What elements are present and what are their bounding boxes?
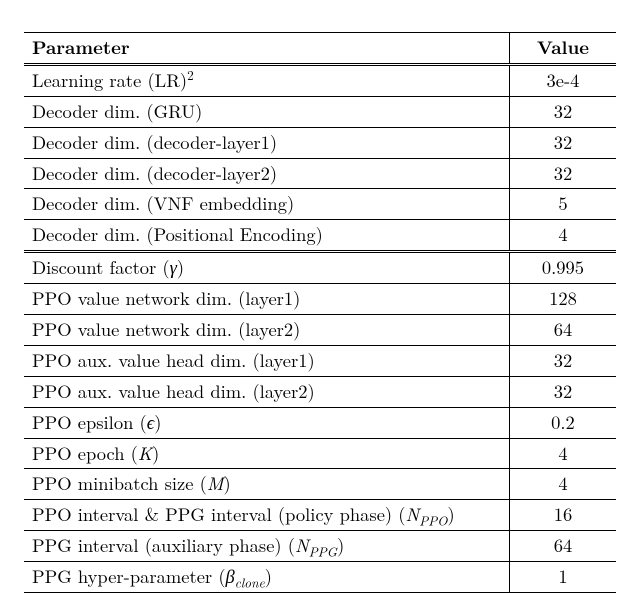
page: Parameter Value Learning rate (LR)23e-4D…	[0, 0, 640, 538]
param-cell: PPG interval (auxiliary phase) (NPPG)	[24, 531, 509, 562]
table-row: PPO epoch (K)4	[24, 438, 616, 469]
param-cell: Decoder dim. (GRU)	[24, 96, 509, 127]
value-cell: 32	[509, 345, 616, 376]
table-row: Decoder dim. (GRU)32	[24, 96, 616, 127]
table-header-row: Parameter Value	[24, 33, 616, 65]
value-cell: 5	[509, 189, 616, 220]
param-cell: PPO epoch (K)	[24, 438, 509, 469]
param-cell: Decoder dim. (decoder-layer1)	[24, 127, 509, 158]
param-cell: Decoder dim. (Positional Encoding)	[24, 220, 509, 252]
value-cell: 32	[509, 376, 616, 407]
param-cell: PPO aux. value head dim. (layer1)	[24, 345, 509, 376]
param-cell: Discount factor (γ)	[24, 252, 509, 284]
value-cell: 32	[509, 127, 616, 158]
param-cell: Decoder dim. (decoder-layer2)	[24, 158, 509, 189]
param-cell: Learning rate (LR)2	[24, 64, 509, 96]
table-row: Learning rate (LR)23e-4	[24, 64, 616, 96]
param-cell: PPO epsilon (ϵ)	[24, 407, 509, 438]
table-row: PPO aux. value head dim. (layer2)32	[24, 376, 616, 407]
table-row: PPO interval & PPG interval (policy phas…	[24, 500, 616, 531]
value-cell: 0.995	[509, 252, 616, 284]
value-cell: 128	[509, 284, 616, 315]
param-cell: PPO value network dim. (layer2)	[24, 315, 509, 346]
hyperparameter-table: Parameter Value Learning rate (LR)23e-4D…	[24, 32, 616, 593]
value-cell: 1	[509, 562, 616, 593]
table-row: Decoder dim. (VNF embedding)5	[24, 189, 616, 220]
table-row: PPO epsilon (ϵ)0.2	[24, 407, 616, 438]
param-cell: Decoder dim. (VNF embedding)	[24, 189, 509, 220]
table-row: Decoder dim. (decoder-layer1)32	[24, 127, 616, 158]
table-row: Decoder dim. (Positional Encoding)4	[24, 220, 616, 252]
param-cell: PPG hyper-parameter (βclone)	[24, 562, 509, 593]
table-row: Discount factor (γ)0.995	[24, 252, 616, 284]
value-cell: 4	[509, 220, 616, 252]
table-row: PPO minibatch size (M)4	[24, 469, 616, 500]
param-cell: PPO value network dim. (layer1)	[24, 284, 509, 315]
value-cell: 64	[509, 315, 616, 346]
table-row: PPO value network dim. (layer2)64	[24, 315, 616, 346]
param-cell: PPO minibatch size (M)	[24, 469, 509, 500]
param-cell: PPO aux. value head dim. (layer2)	[24, 376, 509, 407]
param-cell: PPO interval & PPG interval (policy phas…	[24, 500, 509, 531]
value-cell: 4	[509, 438, 616, 469]
value-cell: 64	[509, 531, 616, 562]
table-row: Decoder dim. (decoder-layer2)32	[24, 158, 616, 189]
value-cell: 0.2	[509, 407, 616, 438]
table-body: Learning rate (LR)23e-4Decoder dim. (GRU…	[24, 64, 616, 592]
table-row: PPG hyper-parameter (βclone)1	[24, 562, 616, 593]
table-row: PPO value network dim. (layer1)128	[24, 284, 616, 315]
value-cell: 32	[509, 96, 616, 127]
col-header-parameter: Parameter	[24, 33, 509, 65]
col-header-value: Value	[509, 33, 616, 65]
value-cell: 4	[509, 469, 616, 500]
value-cell: 32	[509, 158, 616, 189]
value-cell: 3e-4	[509, 64, 616, 96]
table-row: PPG interval (auxiliary phase) (NPPG)64	[24, 531, 616, 562]
table-row: PPO aux. value head dim. (layer1)32	[24, 345, 616, 376]
value-cell: 16	[509, 500, 616, 531]
